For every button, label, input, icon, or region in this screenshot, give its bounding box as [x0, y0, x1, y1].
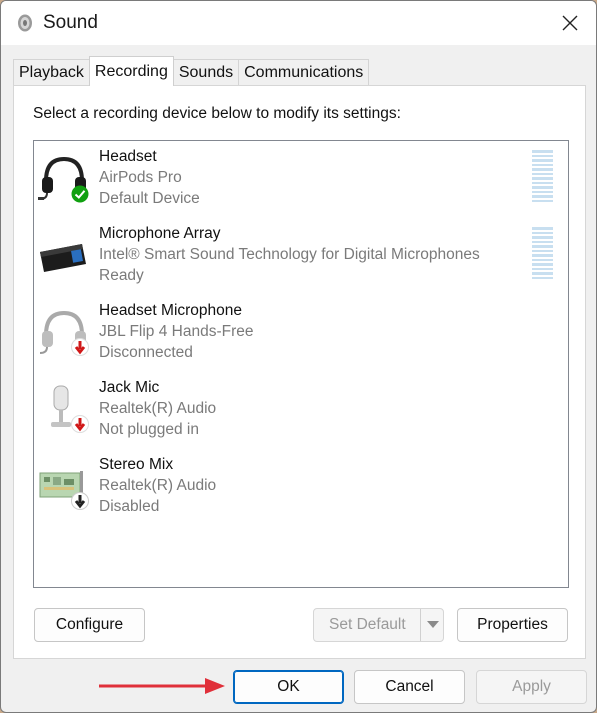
- recording-panel: Select a recording device below to modif…: [13, 85, 586, 659]
- tab-communications[interactable]: Communications: [238, 59, 370, 85]
- device-subtitle: Realtek(R) Audio: [99, 477, 217, 494]
- device-status: Disconnected: [99, 344, 193, 361]
- unplugged-arrow-icon: [71, 415, 89, 433]
- disconnected-arrow-icon: [71, 338, 89, 356]
- set-default-button[interactable]: Set Default: [313, 608, 444, 642]
- speaker-icon: [18, 14, 32, 32]
- device-list[interactable]: Headset AirPods Pro Default Device Micro…: [33, 140, 569, 588]
- tab-label: Communications: [244, 63, 364, 81]
- tab-bar: Playback Recording Sounds Communications: [13, 56, 370, 86]
- device-name: Headset: [99, 148, 157, 165]
- level-meter: [532, 227, 553, 287]
- tab-label: Playback: [19, 63, 84, 81]
- ok-button[interactable]: OK: [233, 670, 344, 704]
- default-check-icon: [71, 185, 89, 203]
- device-status: Ready: [99, 267, 144, 284]
- window-title: Sound: [43, 12, 98, 33]
- disabled-arrow-icon: [71, 492, 89, 510]
- apply-button[interactable]: Apply: [476, 670, 587, 704]
- sound-dialog: Sound Playback Recording Sounds Communic…: [0, 0, 597, 713]
- tab-label: Sounds: [178, 63, 234, 81]
- chevron-down-icon: [426, 621, 439, 628]
- title-bar: Sound: [1, 1, 596, 45]
- device-name: Microphone Array: [99, 225, 221, 242]
- list-item-headset-microphone[interactable]: Headset Microphone JBL Flip 4 Hands-Free…: [34, 295, 568, 369]
- device-subtitle: Realtek(R) Audio: [99, 400, 217, 417]
- device-subtitle: JBL Flip 4 Hands-Free: [99, 323, 254, 340]
- list-item-microphone-array[interactable]: Microphone Array Intel® Smart Sound Tech…: [34, 218, 568, 292]
- level-meter: [532, 150, 553, 210]
- device-subtitle: AirPods Pro: [99, 169, 182, 186]
- list-item-stereo-mix[interactable]: Stereo Mix Realtek(R) Audio Disabled: [34, 449, 568, 523]
- device-subtitle: Intel® Smart Sound Technology for Digita…: [99, 246, 480, 263]
- device-name: Stereo Mix: [99, 456, 174, 473]
- tab-recording[interactable]: Recording: [88, 56, 174, 86]
- properties-button[interactable]: Properties: [457, 608, 568, 642]
- device-status: Not plugged in: [99, 421, 199, 438]
- configure-button[interactable]: Configure: [34, 608, 145, 642]
- tab-playback[interactable]: Playback: [13, 59, 90, 85]
- set-default-dropdown[interactable]: [420, 609, 444, 641]
- cancel-button[interactable]: Cancel: [354, 670, 465, 704]
- instructions-text: Select a recording device below to modif…: [33, 105, 401, 122]
- tab-label: Recording: [94, 62, 168, 80]
- annotation-arrow-icon: [99, 678, 225, 694]
- list-item-headset[interactable]: Headset AirPods Pro Default Device: [34, 141, 568, 215]
- microphone-array-icon: [40, 244, 86, 272]
- device-status: Disabled: [99, 498, 160, 515]
- device-name: Headset Microphone: [99, 302, 243, 319]
- device-status: Default Device: [99, 190, 200, 207]
- set-default-label: Set Default: [329, 616, 406, 633]
- device-name: Jack Mic: [99, 379, 160, 396]
- close-button[interactable]: [544, 1, 596, 45]
- tab-sounds[interactable]: Sounds: [172, 59, 240, 85]
- close-icon: [562, 15, 578, 31]
- list-item-jack-mic[interactable]: Jack Mic Realtek(R) Audio Not plugged in: [34, 372, 568, 446]
